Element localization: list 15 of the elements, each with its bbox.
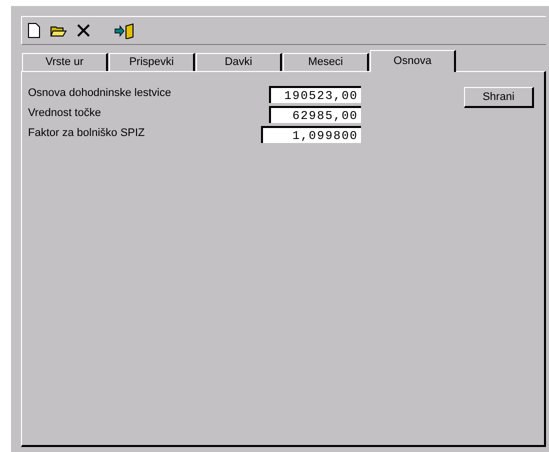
tab[interactable]: Prispevki <box>109 53 195 71</box>
exit-door-icon[interactable] <box>114 22 136 38</box>
folder-icon[interactable] <box>50 24 67 38</box>
input-field[interactable]: 62985,00 <box>269 106 361 123</box>
tab[interactable]: Osnova <box>370 50 456 72</box>
delete-icon[interactable] <box>77 24 90 37</box>
save-button[interactable]: Shrani <box>464 87 534 108</box>
input-field[interactable]: 190523,00 <box>269 86 361 103</box>
new-document-icon[interactable] <box>28 23 40 38</box>
tab[interactable]: Davki <box>196 53 282 71</box>
field-label: Faktor za bolniško SPIZ <box>28 127 145 139</box>
field-label: Osnova dohodninske lestvice <box>28 87 172 99</box>
field-label: Vrednost točke <box>28 107 101 119</box>
input-field[interactable]: 1,099800 <box>261 126 361 143</box>
tab[interactable]: Vrste ur <box>22 53 108 71</box>
